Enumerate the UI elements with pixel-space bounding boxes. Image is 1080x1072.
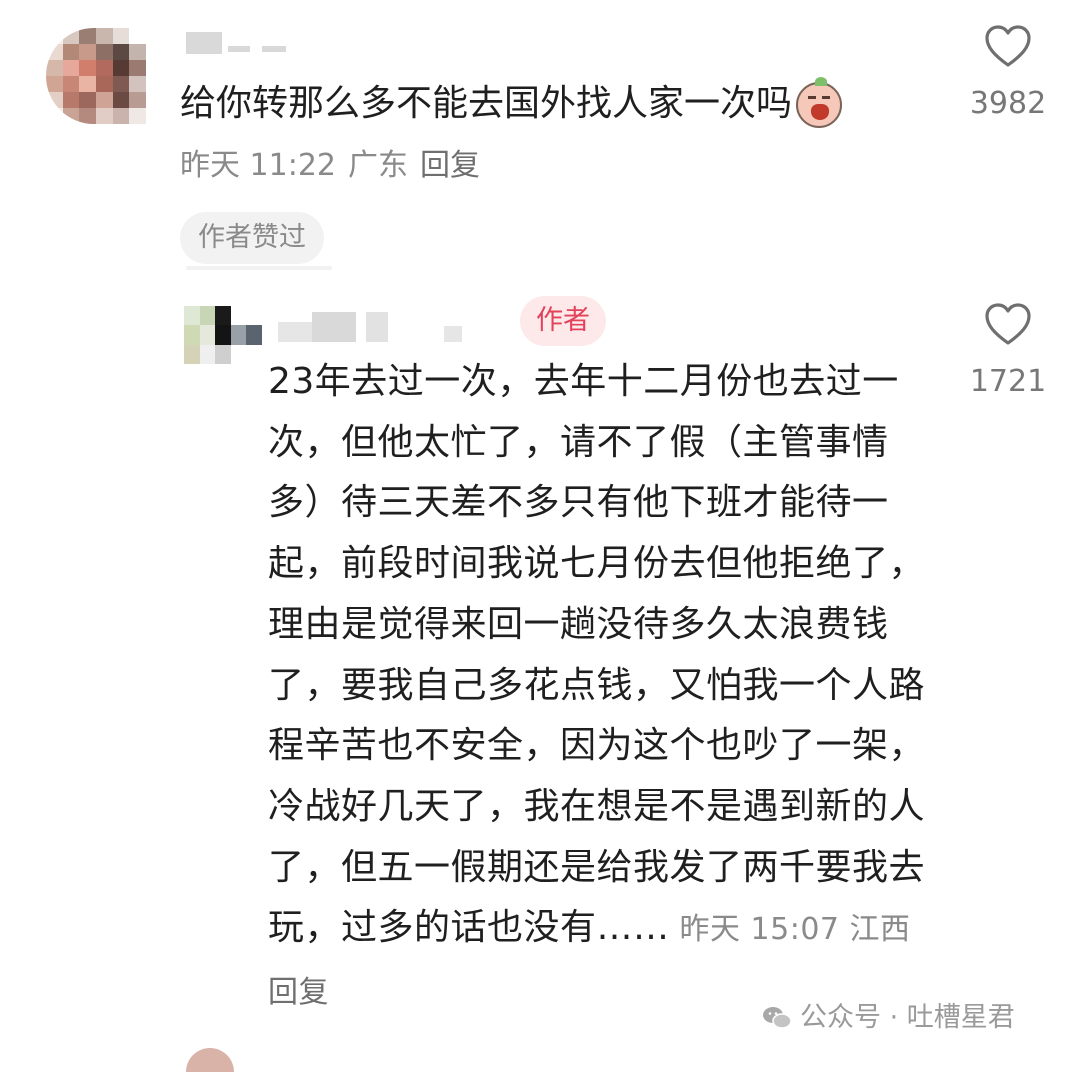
heart-icon xyxy=(985,25,1031,67)
wechat-icon xyxy=(763,1007,792,1029)
replier-avatar[interactable] xyxy=(184,306,262,364)
reply-like-button[interactable] xyxy=(984,302,1032,350)
reply-location: 江西 xyxy=(849,912,911,948)
author-liked-badge: 作者赞过 xyxy=(180,212,324,264)
commenter-avatar[interactable] xyxy=(46,28,146,124)
comment-like-count: 3982 xyxy=(969,86,1047,121)
comment-text: 给你转那么多不能去国外找人家一次吗 xyxy=(180,76,843,132)
commenter-username-blurred-part xyxy=(228,46,250,52)
reply-like-count: 1721 xyxy=(969,364,1047,399)
author-liked-divider xyxy=(186,266,332,270)
replier-username-blurred[interactable] xyxy=(278,322,312,342)
comment-reply-button[interactable]: 回复 xyxy=(420,148,480,183)
replier-username-blurred-part xyxy=(444,326,462,342)
commenter-username-blurred-part xyxy=(262,46,286,52)
comment-location: 广东 xyxy=(348,148,408,183)
heart-icon xyxy=(985,303,1031,345)
comment-like-button[interactable] xyxy=(984,24,1032,72)
next-comment-avatar xyxy=(186,1048,234,1072)
commenter-username-blurred[interactable] xyxy=(186,32,222,54)
replier-username-blurred-part xyxy=(312,312,356,342)
author-badge: 作者 xyxy=(520,296,606,346)
reply-reply-button[interactable]: 回复 xyxy=(268,975,329,1010)
wechat-watermark: 公众号 · 吐槽星君 xyxy=(762,998,1015,1038)
comment-meta: 昨天 11:22 广东 回复 xyxy=(180,146,492,186)
reply-body: 23年去过一次，去年十二月份也去过一次，但他太忙了，请不了假（主管事情多）待三天… xyxy=(268,361,926,949)
watermark-text: 公众号 · 吐槽星君 xyxy=(800,1002,1015,1033)
replier-username-blurred-part xyxy=(366,312,388,342)
reply-time: 昨天 15:07 xyxy=(679,912,840,948)
reply-text: 23年去过一次，去年十二月份也去过一次，但他太忙了，请不了假（主管事情多）待三天… xyxy=(268,352,940,1024)
comment-time: 昨天 11:22 xyxy=(180,148,336,183)
comment-body: 给你转那么多不能去国外找人家一次吗 xyxy=(180,83,793,124)
crying-peach-emoji-icon xyxy=(796,77,843,128)
